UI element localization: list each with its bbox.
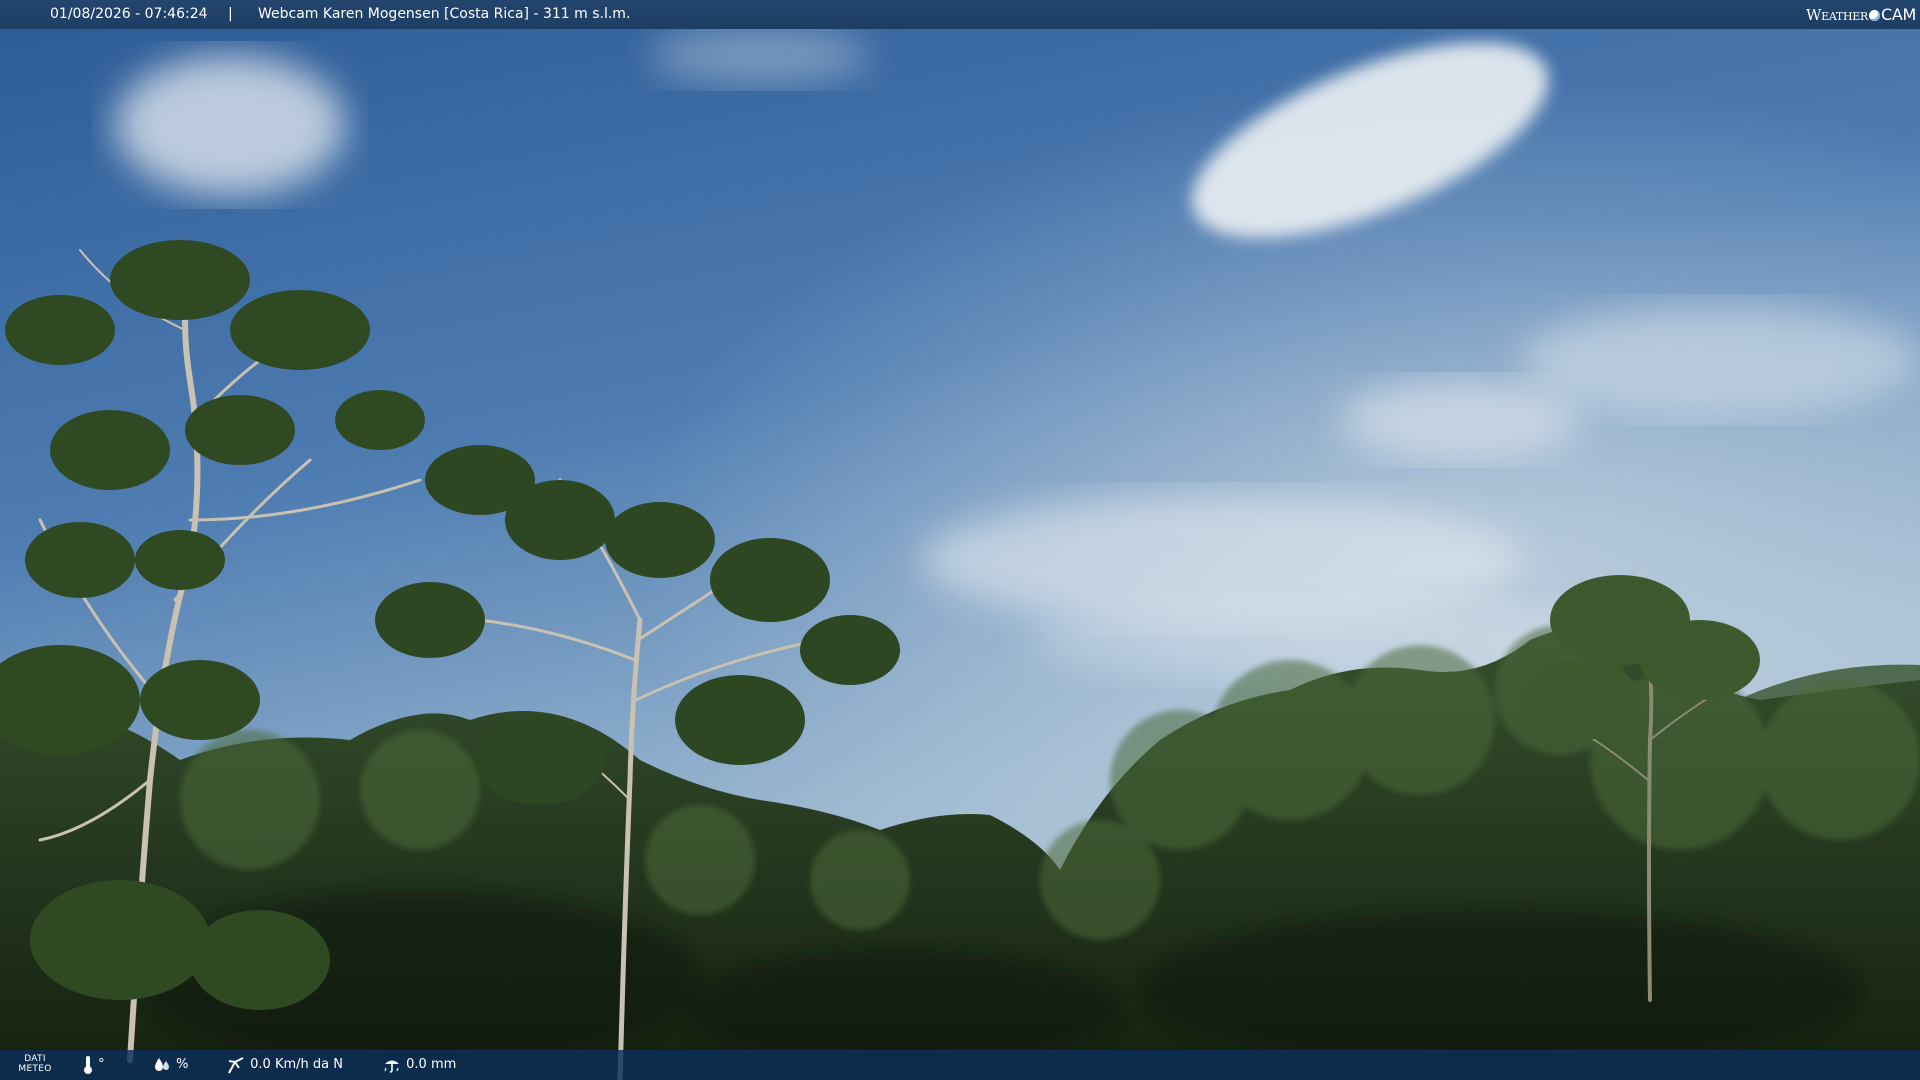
webcam-image [0, 0, 1920, 1080]
cloud-right-2 [1520, 305, 1920, 415]
weathercam-logo: Weather CAM [1806, 0, 1916, 29]
weather-bar-label: DATI METEO [8, 1054, 62, 1074]
top-info-bar: 01/08/2026 - 07:46:24 | Webcam Karen Mog… [0, 0, 1920, 29]
logo-cam-text: CAM [1880, 5, 1916, 24]
weather-data-bar: DATI METEO ° % 0.0 Km/h da N 0.0 mm [0, 1050, 1920, 1080]
wind-reading: 0.0 Km/h da N [226, 1050, 343, 1080]
humidity-reading: % [152, 1050, 189, 1080]
cloud-right-1 [1340, 380, 1580, 460]
rain-icon [384, 1060, 399, 1073]
rain-reading: 0.0 mm [382, 1050, 456, 1080]
rain-value: 0.0 mm [406, 1057, 457, 1072]
humidity-value: % [176, 1057, 189, 1072]
humidity-icon [155, 1057, 169, 1071]
cloud-top-left [115, 55, 345, 195]
weather-bar-label-line2: METEO [18, 1064, 52, 1074]
thermometer-icon [84, 1055, 92, 1074]
wind-value: 0.0 Km/h da N [250, 1057, 343, 1072]
logo-weather-text: Weather [1806, 6, 1868, 24]
timestamp: 01/08/2026 - 07:46:24 [50, 6, 208, 22]
webcam-viewport: 01/08/2026 - 07:46:24 | Webcam Karen Mog… [0, 0, 1920, 1080]
logo-dot-icon [1868, 10, 1880, 21]
cloud-top-middle [650, 25, 870, 85]
temperature-reading: ° [82, 1050, 105, 1080]
header-separator: | [228, 6, 233, 22]
weather-bar-label-line1: DATI [24, 1054, 46, 1064]
wind-icon [228, 1056, 244, 1073]
webcam-title: Webcam Karen Mogensen [Costa Rica] - 311… [258, 6, 631, 22]
temperature-value: ° [98, 1057, 105, 1072]
